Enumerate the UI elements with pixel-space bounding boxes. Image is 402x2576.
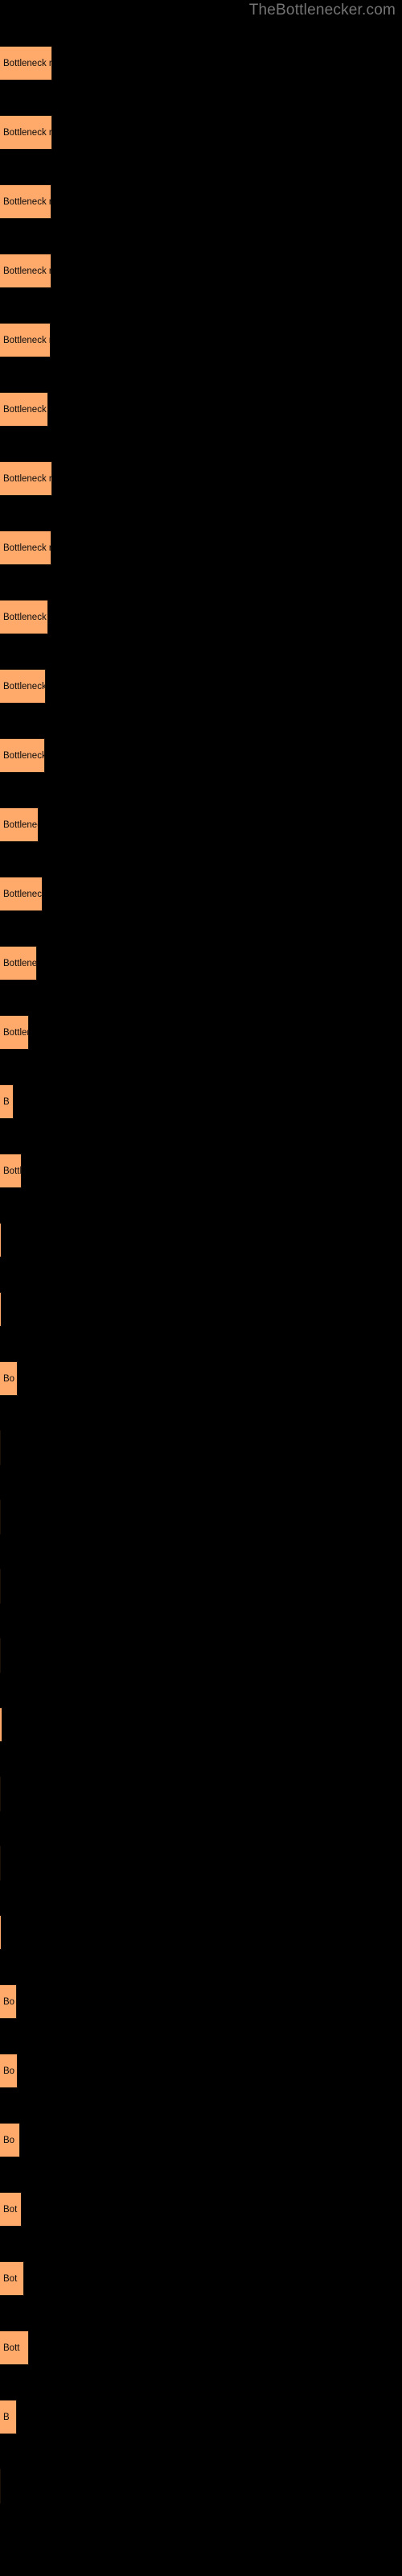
bar-label: Bottleneck re — [3, 612, 47, 622]
bar[interactable]: Bottleneck res — [0, 254, 51, 288]
bar[interactable]: Bo — [0, 2123, 20, 2157]
bar-label: Bottl — [3, 1166, 22, 1176]
bar[interactable] — [0, 1500, 1, 1534]
bar-label: Bottleneck res — [3, 266, 51, 276]
bar[interactable] — [0, 1846, 1, 1880]
bar-label: Bo — [3, 1996, 15, 2007]
bar-label: Bot — [3, 2273, 18, 2284]
bar[interactable]: Bottleneck resu — [0, 115, 52, 150]
bar[interactable] — [0, 1223, 2, 1257]
bar[interactable]: B — [0, 2400, 17, 2434]
bar-label: Bottleneck — [3, 958, 37, 968]
bar[interactable] — [0, 1777, 1, 1811]
bar[interactable]: Bottleneck resu — [0, 461, 52, 496]
bar-label: Bottleneck re — [3, 404, 47, 415]
bar[interactable]: Bottleneck re — [0, 392, 48, 427]
bar-label: Bottleneck resu — [3, 58, 52, 68]
bar[interactable]: Bottleneck r — [0, 738, 45, 773]
bar[interactable] — [0, 1707, 2, 1742]
bar[interactable]: Bottleneck resu — [0, 184, 51, 219]
bar[interactable]: Bott — [0, 2330, 29, 2365]
bar-label: Bottleneck res — [3, 335, 50, 345]
bar[interactable]: Bottlen — [0, 1015, 29, 1050]
bar-label: Bottleneck resu — [3, 127, 52, 138]
bar[interactable] — [0, 1638, 1, 1673]
bar-label: Bo — [3, 2066, 15, 2076]
bar-label: Bottlen — [3, 1027, 28, 1038]
bar[interactable]: Bottleneck r — [0, 877, 43, 911]
bar[interactable]: Bo — [0, 1984, 17, 2019]
bar[interactable]: Bottl — [0, 1154, 22, 1188]
bar[interactable]: Bo — [0, 1361, 18, 1396]
bars-layer: Bottleneck resu Bottleneck resu Bottleneck… — [0, 0, 402, 2576]
bar[interactable] — [0, 2469, 1, 2504]
bar[interactable]: Bottleneck — [0, 946, 37, 980]
bar[interactable]: Bottleneck resu — [0, 46, 52, 80]
bar[interactable]: B — [0, 1084, 14, 1119]
bar-label: B — [3, 2412, 10, 2422]
bar-label: Bottleneck — [3, 819, 38, 830]
bar[interactable] — [0, 1292, 2, 1327]
bar-label: Bottleneck r — [3, 889, 43, 899]
bar[interactable]: Bottleneck resu — [0, 530, 51, 565]
bar[interactable]: Bottleneck re — [0, 600, 48, 634]
bar-label: Bott — [3, 2343, 20, 2353]
bar-label: Bottleneck resu — [3, 543, 51, 553]
bar-label: Bo — [3, 2135, 15, 2145]
bar[interactable] — [0, 1430, 1, 1465]
bottleneck-bar-chart: TheBottlenecker.com Bottleneck resuBottl… — [0, 0, 402, 2576]
bar-label: Bottleneck resu — [3, 473, 52, 484]
bar[interactable]: Bot — [0, 2261, 24, 2296]
bar[interactable]: Bo — [0, 2054, 18, 2088]
bar[interactable]: Bottleneck res — [0, 323, 51, 357]
bar-label: Bo — [3, 1373, 15, 1384]
bar-label: Bottleneck re — [3, 681, 46, 691]
bar[interactable]: Bottleneck — [0, 807, 39, 842]
bar[interactable]: Bot — [0, 2192, 22, 2227]
bar[interactable] — [0, 1569, 1, 1604]
bar-label: Bottleneck r — [3, 750, 45, 761]
bar-label: Bot — [3, 2204, 18, 2215]
bar[interactable] — [0, 1915, 2, 1950]
bar-label: B — [3, 1096, 10, 1107]
bar-label: Bottleneck resu — [3, 196, 51, 207]
bar[interactable]: Bottleneck re — [0, 669, 46, 704]
